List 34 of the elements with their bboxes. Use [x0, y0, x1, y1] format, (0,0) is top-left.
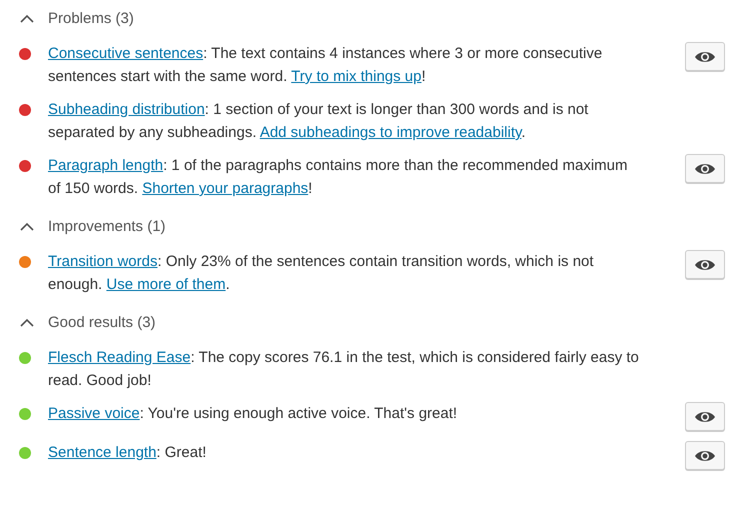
- result-text: Transition words: Only 23% of the sentences contain transition words, which is not enough. Use more of them.: [48, 252, 595, 295]
- text-link[interactable]: Consecutive sentences: [48, 45, 204, 62]
- eye-icon: [694, 50, 716, 64]
- chevron-icon[interactable]: [20, 318, 34, 326]
- highlight-button[interactable]: [685, 250, 725, 279]
- chevron-icon[interactable]: [20, 222, 34, 230]
- text-link[interactable]: Add subheadings to improve readability: [260, 124, 522, 141]
- result-text: Consecutive sentences: The text contains 4 instances where 3 or more consecutive sentences start with the same word. Try to mix things up!: [48, 44, 604, 87]
- result-text: Paragraph length: 1 of the paragraphs contains more than the recommended maximum of 150 words. Shorten your paragraphs!: [48, 156, 629, 199]
- section-heading[interactable]: Problems (3): [48, 10, 134, 26]
- eye-icon: [694, 162, 716, 176]
- text-link[interactable]: Shorten your paragraphs: [142, 180, 308, 197]
- highlight-button[interactable]: [685, 402, 725, 431]
- result-text: Sentence length: Great!: [48, 443, 208, 463]
- highlight-button[interactable]: [685, 42, 725, 71]
- text-link[interactable]: Flesch Reading Ease: [48, 349, 191, 366]
- result-text: Passive voice: You're using enough active voice. That's great!: [48, 404, 458, 424]
- text-link[interactable]: Sentence length: [48, 444, 156, 461]
- highlight-button[interactable]: [685, 441, 725, 470]
- text-link[interactable]: Passive voice: [48, 405, 140, 422]
- result-text: Subheading distribution: 1 section of your text is longer than 300 words and is not separated by any subheadings. Add subheadings to improve readability.: [48, 100, 590, 143]
- result-text: Flesch Reading Ease: The copy scores 76.1 in the test, which is considered fairly easy to read. Good job!: [48, 348, 640, 391]
- text-link[interactable]: Try to mix things up: [291, 68, 422, 85]
- section-heading[interactable]: Improvements (1): [48, 218, 166, 234]
- eye-icon: [694, 448, 716, 462]
- text-link[interactable]: Transition words: [48, 253, 158, 270]
- text-link[interactable]: Subheading distribution: [48, 101, 205, 118]
- section-heading[interactable]: Good results (3): [48, 314, 156, 330]
- eye-icon: [694, 258, 716, 272]
- text-link[interactable]: Use more of them: [106, 276, 226, 293]
- eye-icon: [694, 410, 716, 424]
- text-link[interactable]: Paragraph length: [48, 157, 164, 174]
- chevron-icon[interactable]: [20, 14, 34, 22]
- highlight-button[interactable]: [685, 154, 725, 183]
